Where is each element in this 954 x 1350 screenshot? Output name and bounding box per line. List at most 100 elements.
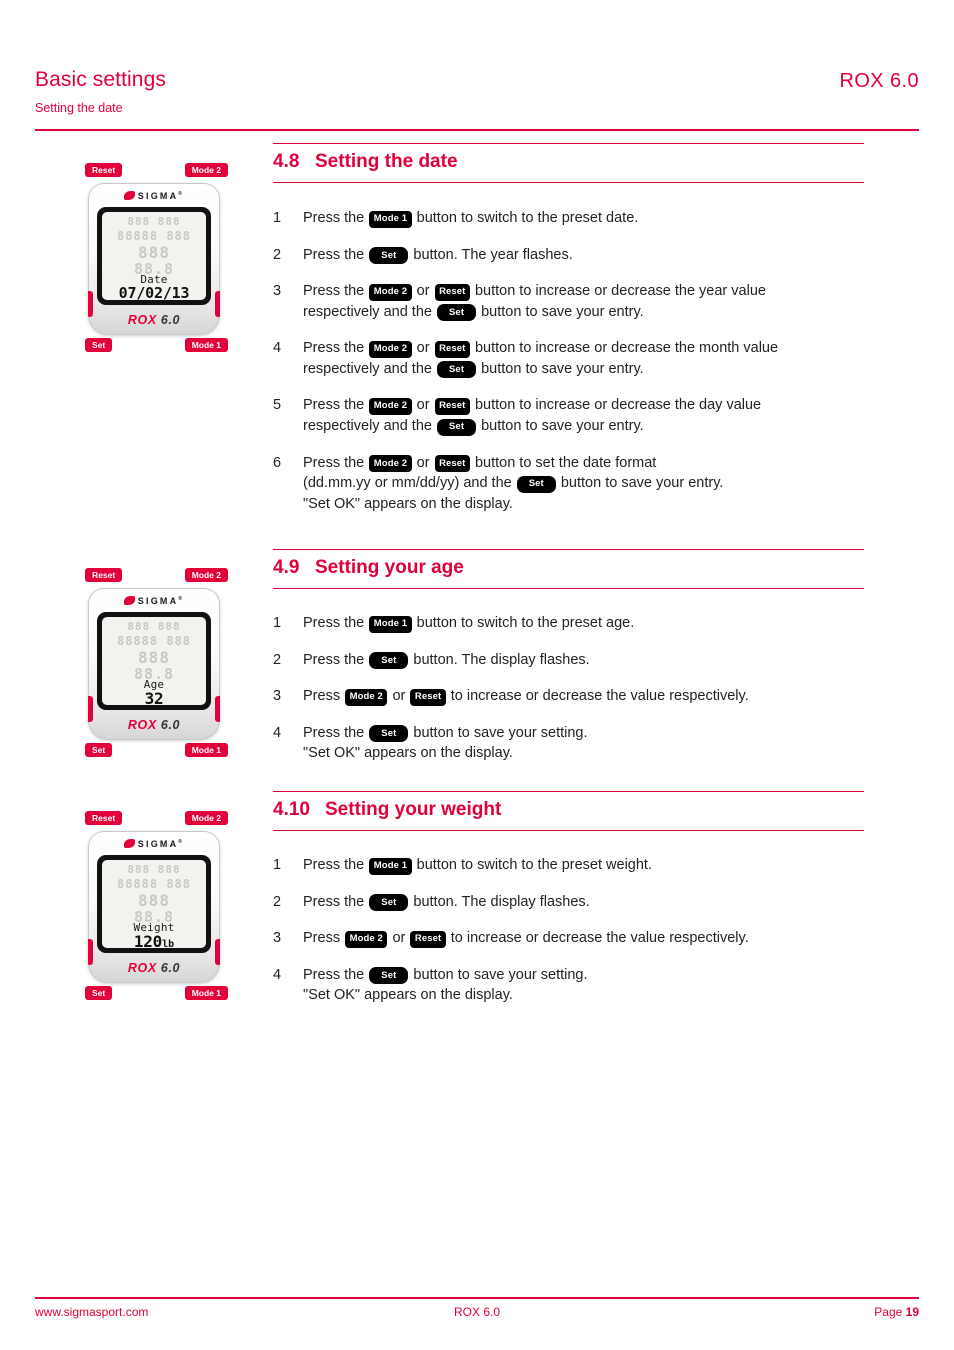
step-number: 3 (273, 930, 282, 947)
button-badge-set: Set (369, 894, 409, 912)
step-text: Press the Set button. The display flashe… (303, 650, 873, 671)
section-rule-bottom (273, 829, 864, 831)
sigma-logo: SIGMA® (88, 839, 220, 849)
callout-row-top: Reset Mode 2 (80, 163, 228, 179)
step-line: Press the Set button. The display flashe… (303, 893, 590, 912)
button-badge-set: Set (369, 725, 409, 743)
step-line: Press the Mode 2 or Reset button to incr… (303, 397, 762, 415)
button-badge-reset: Reset (434, 283, 470, 301)
lcd-ghost-row-2: 88888 888 (116, 229, 192, 243)
step-line: "Set OK" appears on the display. (303, 987, 513, 1004)
rox-brandmark: ROX 6.0 (88, 961, 220, 975)
button-badge-mode-2: Mode 2 (369, 283, 412, 301)
manual-page: Basic settings Setting the date ROX 6.0 … (0, 0, 954, 1350)
lcd-screen: 888 888 88888 888 888 88.8 Age 32 (102, 617, 206, 705)
rox-text: ROX (127, 718, 157, 732)
section-title: Setting your age (315, 557, 464, 578)
section-rule-bottom (273, 587, 864, 589)
lcd-value: 07/02/13 (118, 284, 190, 301)
instruction-step: 1 Press the Mode 1 button to switch to th… (273, 613, 873, 634)
footer-page-number: 19 (905, 1305, 919, 1319)
lcd-ghost-row-1: 888 888 (127, 215, 181, 228)
page-header: Basic settings Setting the date ROX 6.0 (35, 68, 919, 130)
lcd-screen: 888 888 88888 888 888 88.8 Date 07/02/13 (102, 212, 206, 300)
registered-icon: ® (178, 191, 185, 197)
callout-set: Set (85, 338, 113, 352)
instruction-step: 4 Press the Set button to save your setti… (273, 965, 873, 1006)
lcd-ghost-row-1: 888 888 (127, 863, 181, 876)
steps-list-4-10: 1 Press the Mode 1 button to switch to th… (273, 855, 873, 1006)
step-text: Press the Set button. The year flashes. (303, 245, 873, 266)
instruction-step: 5 Press the Mode 2 or Reset button to inc… (273, 395, 873, 436)
button-badge-reset: Reset (410, 930, 446, 948)
instruction-step: 2 Press the Set button. The display flash… (273, 650, 873, 671)
callout-row-top: Reset Mode 2 (80, 811, 228, 827)
step-line: "Set OK" appears on the display. (303, 495, 513, 512)
instruction-step: 2 Press the Set button. The year flashes. (273, 245, 873, 266)
button-badge-mode-1: Mode 1 (369, 857, 412, 875)
lcd-value-unit: lb (162, 939, 175, 949)
instruction-step: 6 Press the Mode 2 or Reset button to set… (273, 453, 873, 515)
step-text: Press the Mode 1 button to switch to the… (303, 208, 873, 229)
steps-list-4-8: 1 Press the Mode 1 button to switch to th… (273, 208, 873, 514)
step-line: (dd.mm.yy or mm/dd/yy) and the Set butto… (303, 475, 724, 493)
step-line: Press the Mode 2 or Reset button to set … (303, 454, 657, 473)
section-rule-top (273, 549, 864, 551)
device-figure-age: Reset Mode 2 SIGMA® 888 888 88888 888 88… (68, 568, 240, 759)
header-divider (35, 129, 919, 131)
callout-set: Set (85, 986, 113, 1000)
lcd-ghost-row-3: 888 (138, 243, 170, 262)
callout-row-bottom: Set Mode 1 (80, 338, 228, 354)
section-title: Setting the date (315, 151, 458, 172)
step-number: 6 (273, 454, 282, 471)
footer-model: ROX 6.0 (453, 1305, 501, 1319)
instruction-step: 1 Press the Mode 1 button to switch to th… (273, 208, 873, 229)
section-heading-text: 4.10 Setting your weight (273, 799, 501, 821)
lcd-ghost-row-2: 88888 888 (116, 877, 192, 891)
step-line: Press the Set button. The year flashes. (303, 246, 573, 265)
section-title: Setting your weight (325, 799, 502, 820)
section-heading-4-9: 4.9 Setting your age (273, 549, 864, 589)
lcd-value-number: 120 (133, 932, 163, 949)
callout-mode1: Mode 1 (184, 338, 228, 352)
button-badge-set: Set (369, 652, 409, 670)
rox-text: ROX (127, 313, 157, 327)
sigma-swoosh-icon (123, 596, 135, 605)
step-number: 1 (273, 615, 282, 631)
step-text: Press the Mode 2 or Reset button to incr… (303, 281, 873, 322)
button-badge-set: Set (437, 304, 477, 322)
page-footer: www.sigmasport.com ROX 6.0 Page 19 (35, 1305, 919, 1325)
rox-device-body: SIGMA® 888 888 88888 888 888 88.8 Date 0… (88, 183, 220, 335)
section-number: 4.8 (273, 151, 300, 172)
section-rule-bottom (273, 181, 864, 183)
rox-brandmark: ROX 6.0 (88, 718, 220, 732)
lcd-ghost-row-1: 888 888 (127, 620, 181, 633)
button-badge-reset: Reset (434, 340, 470, 358)
step-number: 2 (273, 246, 282, 263)
lcd-ghost-row-2: 88888 888 (116, 634, 192, 648)
section-heading-text: 4.9 Setting your age (273, 557, 464, 579)
section-heading-text: 4.8 Setting the date (273, 151, 458, 173)
step-text: Press the Set button. The display flashe… (303, 892, 873, 913)
footer-page: Page 19 (874, 1305, 919, 1319)
sigma-swoosh-icon (123, 191, 135, 200)
instruction-step: 3 Press the Mode 2 or Reset button to inc… (273, 281, 873, 322)
step-text: Press the Mode 2 or Reset button to incr… (303, 338, 873, 379)
callout-row-bottom: Set Mode 1 (80, 986, 228, 1002)
section-heading-4-10: 4.10 Setting your weight (273, 791, 864, 831)
footer-page-label: Page (874, 1305, 906, 1319)
callout-reset: Reset (85, 811, 123, 825)
step-line: respectively and the Set button to save … (303, 360, 644, 379)
step-line: Press Mode 2 or Reset to increase or dec… (303, 930, 749, 948)
rox-device-body: SIGMA® 888 888 88888 888 888 88.8 Age 32… (88, 588, 220, 740)
instruction-step: 3 Press Mode 2 or Reset to increase or de… (273, 928, 873, 949)
steps-list-4-9: 1 Press the Mode 1 button to switch to th… (273, 613, 873, 764)
sigma-logo: SIGMA® (88, 596, 220, 606)
step-line: Press the Mode 1 button to switch to the… (303, 210, 639, 228)
rox-version: 6.0 (160, 961, 181, 975)
step-number: 3 (273, 283, 282, 300)
step-text: Press the Mode 1 button to switch to the… (303, 613, 873, 634)
button-badge-set: Set (437, 418, 477, 436)
step-number: 1 (273, 210, 282, 226)
device-bezel: 888 888 88888 888 888 88.8 Date 07/02/13 (97, 207, 211, 305)
